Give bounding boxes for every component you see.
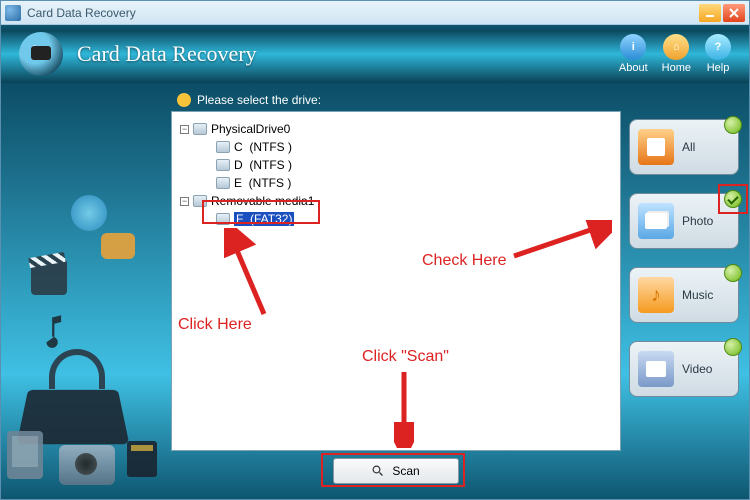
collapse-icon[interactable]: −: [180, 125, 189, 134]
about-button[interactable]: i About: [619, 34, 648, 74]
help-button[interactable]: ? Help: [705, 34, 731, 74]
main: Please select the drive: − PhysicalDrive…: [171, 83, 749, 499]
titlebar: Card Data Recovery: [1, 1, 749, 25]
status-dot[interactable]: [724, 338, 742, 356]
pda-icon: [7, 431, 43, 479]
arrow-click-scan: [394, 370, 414, 448]
annotation-check-here: Check Here: [422, 252, 506, 270]
category-video[interactable]: Video: [629, 341, 739, 397]
music-note-icon: [37, 313, 65, 349]
prompt-text: Please select the drive:: [197, 93, 321, 107]
app-title: Card Data Recovery: [77, 41, 619, 67]
annotation-box-scan: [321, 453, 465, 487]
vol-label: C (NTFS ): [234, 140, 292, 154]
close-button[interactable]: [723, 4, 745, 22]
category-photo[interactable]: Photo: [629, 193, 739, 249]
video-icon: [638, 351, 674, 387]
tree-root[interactable]: − PhysicalDrive0: [180, 120, 612, 138]
tree-vol-c[interactable]: C (NTFS ): [180, 138, 612, 156]
minimize-button[interactable]: [699, 4, 721, 22]
category-column: All Photo Music Video: [629, 89, 739, 491]
info-icon: i: [620, 34, 646, 60]
photo-icon: [638, 203, 674, 239]
category-label: All: [682, 140, 695, 154]
music-icon: [638, 277, 674, 313]
annotation-box-drive: [202, 200, 320, 224]
category-label: Photo: [682, 214, 713, 228]
category-label: Video: [682, 362, 712, 376]
root-label: PhysicalDrive0: [211, 122, 290, 136]
annotation-box-check: [718, 184, 748, 214]
all-files-icon: [638, 129, 674, 165]
tree-vol-d[interactable]: D (NTFS ): [180, 156, 612, 174]
annotation-click-scan: Click "Scan": [362, 348, 449, 366]
window-title: Card Data Recovery: [27, 6, 697, 20]
app-icon: [5, 5, 21, 21]
arrow-click-here: [224, 228, 284, 318]
annotation-click-here: Click Here: [178, 316, 252, 334]
category-music[interactable]: Music: [629, 267, 739, 323]
home-icon: ⌂: [663, 34, 689, 60]
help-label: Help: [707, 62, 730, 74]
header-actions: i About ⌂ Home ? Help: [619, 34, 731, 74]
logo-icon: [19, 32, 63, 76]
about-label: About: [619, 62, 648, 74]
panel-wrap: Please select the drive: − PhysicalDrive…: [171, 89, 621, 491]
status-dot[interactable]: [724, 264, 742, 282]
sidebar-art: [1, 83, 171, 499]
clapboard-icon: [31, 259, 67, 295]
globe-icon: [71, 195, 107, 231]
headphones-icon: [49, 349, 105, 389]
body: Please select the drive: − PhysicalDrive…: [1, 83, 749, 499]
sd-card-icon: [127, 441, 157, 477]
tree-vol-e[interactable]: E (NTFS ): [180, 174, 612, 192]
prompt-bar: Please select the drive:: [171, 89, 621, 111]
drive-tree-panel: − PhysicalDrive0 C (NTFS ) D (NTFS ): [171, 111, 621, 451]
volume-icon: [216, 177, 230, 189]
header: Card Data Recovery i About ⌂ Home ? Help: [1, 25, 749, 83]
category-all[interactable]: All: [629, 119, 739, 175]
camera-icon: [59, 445, 115, 485]
scan-row: Scan: [171, 451, 621, 491]
vol-label: E (NTFS ): [234, 176, 291, 190]
volume-icon: [216, 159, 230, 171]
home-label: Home: [662, 62, 691, 74]
vol-label: D (NTFS ): [234, 158, 292, 172]
collapse-icon[interactable]: −: [180, 197, 189, 206]
category-label: Music: [682, 288, 713, 302]
disk-icon: [193, 123, 207, 135]
app-window: Card Data Recovery Card Data Recovery i …: [0, 0, 750, 500]
help-icon: ?: [705, 34, 731, 60]
home-button[interactable]: ⌂ Home: [662, 34, 691, 74]
speech-icon: [101, 233, 135, 259]
pointer-icon: [177, 93, 191, 107]
volume-icon: [216, 141, 230, 153]
status-dot[interactable]: [724, 116, 742, 134]
